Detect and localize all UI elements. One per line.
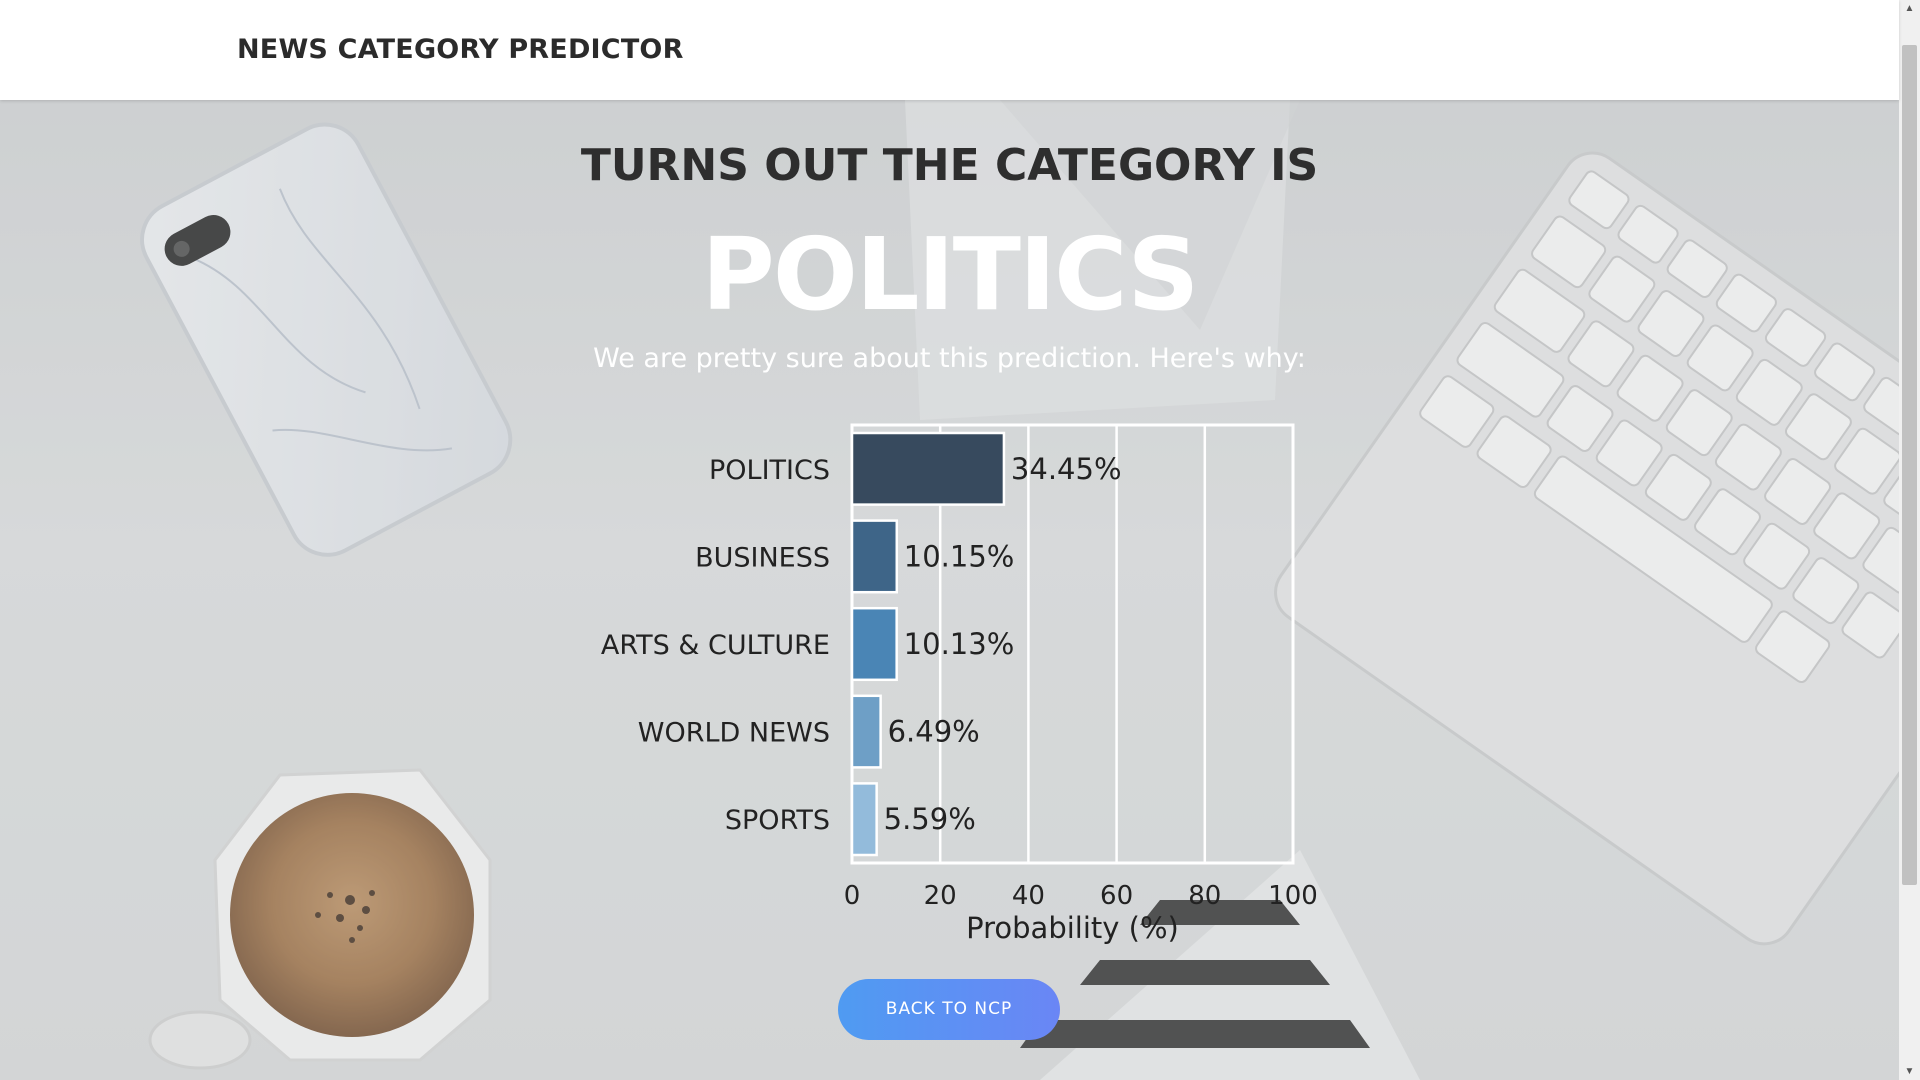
bar xyxy=(850,606,898,682)
category-label: BUSINESS xyxy=(695,542,830,573)
x-tick-label: 20 xyxy=(924,881,957,911)
category-label: ARTS & CULTURE xyxy=(601,630,830,661)
bar-value-label: 6.49% xyxy=(888,715,980,749)
x-tick-label: 0 xyxy=(844,881,861,911)
hero-section: TURNS OUT THE CATEGORY IS POLITICS We ar… xyxy=(0,100,1899,1080)
bar-value-label: 10.13% xyxy=(904,627,1015,661)
category-label: SPORTS xyxy=(725,805,830,836)
probability-chart: 34.45% POLITICS 10.15% BUSINESS 10.13% ARTS &… xyxy=(601,423,1318,945)
back-to-ncp-button[interactable]: BACK TO NCP xyxy=(838,979,1060,1040)
x-tick-label: 60 xyxy=(1100,881,1133,911)
scrollbar-thumb[interactable] xyxy=(1902,45,1917,885)
category-label: POLITICS xyxy=(709,455,830,486)
scrollbar[interactable]: ▲ ▼ xyxy=(1899,0,1920,1080)
bar xyxy=(850,782,878,857)
scroll-up-arrow-icon[interactable]: ▲ xyxy=(1899,0,1920,17)
bar-value-label: 5.59% xyxy=(884,802,976,836)
navbar: NEWS CATEGORY PREDICTOR xyxy=(0,0,1899,100)
scroll-down-arrow-icon[interactable]: ▼ xyxy=(1899,1063,1920,1080)
brand-link[interactable]: NEWS CATEGORY PREDICTOR xyxy=(237,34,684,65)
x-axis-label: Probability (%) xyxy=(966,911,1179,945)
bar-value-label: 34.45% xyxy=(1011,452,1122,486)
bar xyxy=(850,519,899,594)
category-label: WORLD NEWS xyxy=(638,718,830,749)
bar xyxy=(850,694,882,769)
x-tick-label: 100 xyxy=(1268,881,1318,911)
x-tick-label: 80 xyxy=(1188,881,1221,911)
bar-value-label: 10.15% xyxy=(904,539,1015,573)
bar xyxy=(850,431,1006,506)
x-tick-label: 40 xyxy=(1012,881,1045,911)
